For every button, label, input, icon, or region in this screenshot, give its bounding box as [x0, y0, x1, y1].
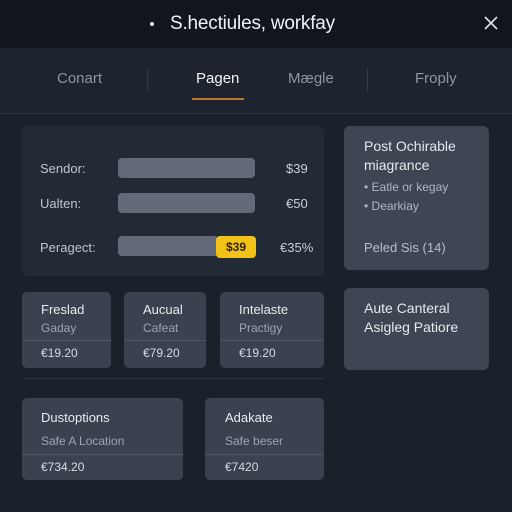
title-dot-icon — [150, 22, 154, 26]
ualten-value: €50 — [286, 196, 308, 211]
card-divider — [220, 340, 324, 341]
side-card-2-title-line1: Aute Canteral — [364, 300, 450, 316]
side-card-footer: Peled Sis (14) — [364, 240, 446, 255]
tab-conart[interactable]: Conart — [57, 70, 102, 87]
card-title: Freslad — [41, 302, 85, 317]
side-card-bullet: • Eatle or kegay — [364, 180, 449, 194]
peragect-label: Peragect: — [40, 240, 96, 255]
ualten-input[interactable] — [118, 193, 255, 213]
section-divider — [22, 378, 324, 379]
card-amount: €19.20 — [239, 346, 276, 360]
card-divider — [22, 454, 183, 455]
window-title: S.hectiules, workfay — [170, 13, 335, 34]
card-subtitle: Practigy — [239, 321, 283, 335]
card-aucual[interactable]: Aucual Cafeat €79.20 — [124, 292, 206, 368]
peragect-value: €35% — [280, 240, 314, 255]
card-dustoptions[interactable]: Dustoptions Safe A Location €734.20 — [22, 398, 183, 480]
card-divider — [205, 454, 324, 455]
sendor-label: Sendor: — [40, 161, 86, 176]
tab-pagen[interactable]: Pagen — [196, 70, 239, 87]
side-card-bullet: • Dearkiay — [364, 199, 419, 213]
close-icon — [484, 16, 498, 30]
card-title: Aucual — [143, 302, 183, 317]
active-tab-indicator — [192, 98, 244, 100]
tab-separator — [367, 68, 368, 92]
side-card-title-line2: miagrance — [364, 157, 430, 173]
card-amount: €19.20 — [41, 346, 78, 360]
side-card-2-title-line2: Asigleg Patiore — [364, 319, 459, 335]
card-divider — [124, 340, 206, 341]
card-amount: €7420 — [225, 460, 259, 474]
card-subtitle: Safe A Location — [41, 434, 125, 448]
tab-froply[interactable]: Froply — [415, 70, 457, 87]
tab-separator — [147, 68, 148, 92]
card-adakate[interactable]: Adakate Safe beser €7420 — [205, 398, 324, 480]
form-panel: Sendor: $39 Ualten: €50 Peragect: $39 €3… — [22, 126, 324, 276]
card-divider — [22, 340, 111, 341]
side-card-title-line1: Post Ochirable — [364, 138, 456, 154]
card-title: Intelaste — [239, 302, 289, 317]
card-title: Adakate — [225, 410, 273, 425]
status-badge: $39 — [216, 236, 256, 258]
card-subtitle: Safe beser — [225, 434, 284, 448]
side-card-aute[interactable]: Aute Canteral Asigleg Patiore — [344, 288, 489, 370]
sendor-value: $39 — [286, 161, 308, 176]
title-bar: S.hectiules, workfay — [0, 0, 512, 48]
tab-maegle[interactable]: Mægle — [288, 70, 334, 87]
card-intelaste[interactable]: Intelaste Practigy €19.20 — [220, 292, 324, 368]
card-amount: €79.20 — [143, 346, 180, 360]
card-subtitle: Gaday — [41, 321, 77, 335]
side-card-post[interactable]: Post Ochirable miagrance • Eatle or kega… — [344, 126, 489, 270]
card-title: Dustoptions — [41, 410, 110, 425]
sendor-input[interactable] — [118, 158, 255, 178]
card-subtitle: Cafeat — [143, 321, 179, 335]
close-button[interactable] — [480, 12, 502, 34]
ualten-label: Ualten: — [40, 196, 82, 211]
card-amount: €734.20 — [41, 460, 85, 474]
tab-bar: Conart Pagen Mægle Froply — [0, 48, 512, 114]
card-freslad[interactable]: Freslad Gaday €19.20 — [22, 292, 111, 368]
peragect-input[interactable] — [118, 236, 218, 256]
